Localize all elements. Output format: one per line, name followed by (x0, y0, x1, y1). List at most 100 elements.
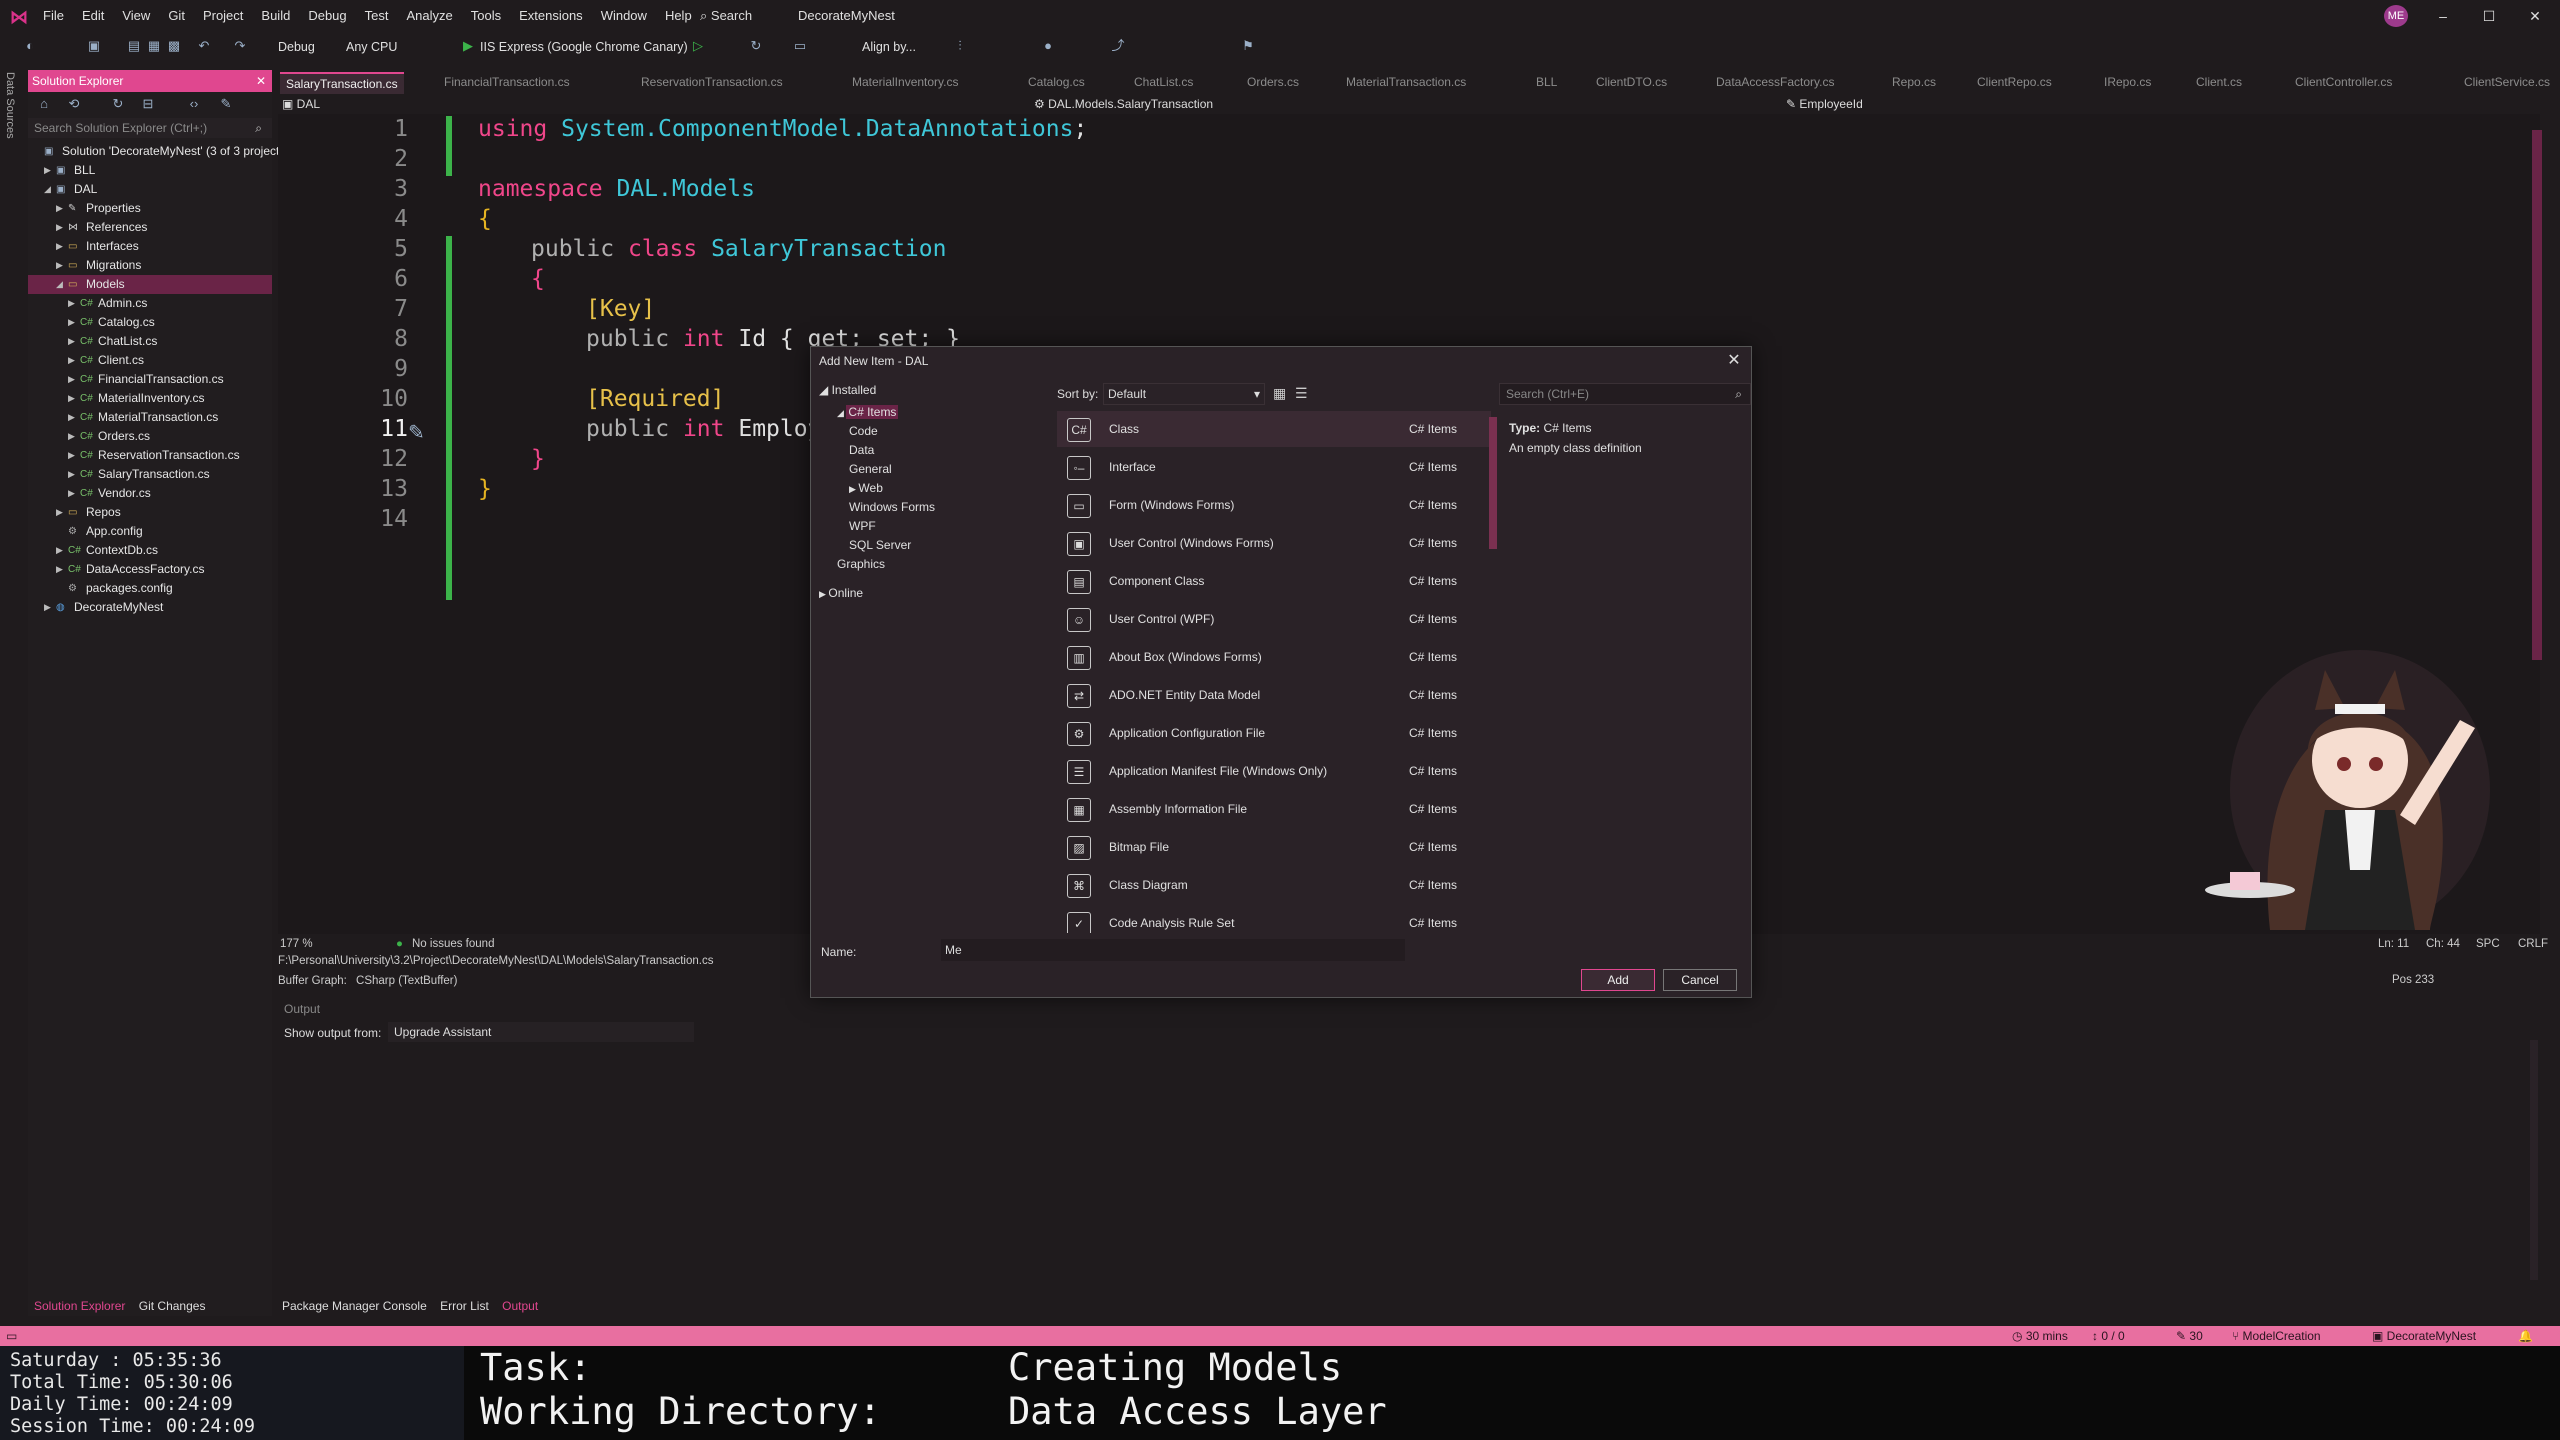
tab-error-list[interactable]: Error List (440, 1299, 489, 1313)
run-icon[interactable]: ▶ (460, 38, 476, 54)
template-item[interactable]: ✓ Code Analysis Rule Set C# Items (1057, 905, 1491, 933)
expand-arrow-icon[interactable]: ▶ (68, 370, 78, 389)
menu-file[interactable]: File (34, 0, 73, 32)
expand-arrow-icon[interactable]: ▶ (44, 598, 54, 617)
menu-git[interactable]: Git (159, 0, 194, 32)
tree-item[interactable]: ▶ C# FinancialTransaction.cs (28, 370, 272, 389)
tree-item[interactable]: ▶ C# MaterialInventory.cs (28, 389, 272, 408)
project-dropdown[interactable]: ▣ DAL (282, 94, 320, 114)
tab-repo-cs[interactable]: Repo.cs (1892, 72, 1936, 92)
expand-arrow-icon[interactable]: ▶ (56, 218, 66, 237)
tree-item[interactable]: ⚙ App.config (28, 522, 272, 541)
menu-analyze[interactable]: Analyze (397, 0, 461, 32)
search-menu[interactable]: ⌕ Search (700, 0, 752, 32)
tree-item[interactable]: ▶ ◍ DecorateMyNest (28, 598, 272, 617)
tab-irepo-cs[interactable]: IRepo.cs (2104, 72, 2151, 92)
template-category[interactable]: ▶ Web (849, 481, 883, 495)
tab-package-manager-console[interactable]: Package Manager Console (282, 1299, 427, 1313)
tree-item[interactable]: ▶ C# ContextDb.cs (28, 541, 272, 560)
template-list-scrollbar[interactable] (1489, 417, 1497, 549)
template-item[interactable]: C# Class C# Items (1057, 411, 1491, 447)
tab-dataaccessfactory-cs[interactable]: DataAccessFactory.cs (1716, 72, 1834, 92)
template-item[interactable]: ▭ Form (Windows Forms) C# Items (1057, 487, 1491, 523)
expand-arrow-icon[interactable]: ▶ (68, 408, 78, 427)
configuration-dropdown[interactable]: Debug (278, 32, 315, 62)
template-item[interactable]: ▦ Assembly Information File C# Items (1057, 791, 1491, 827)
name-input[interactable]: Me (941, 939, 1405, 961)
expand-arrow-icon[interactable]: ▶ (68, 446, 78, 465)
type-dropdown[interactable]: ⚙ DAL.Models.SalaryTransaction (1034, 94, 1213, 114)
template-item[interactable]: ▤ Component Class C# Items (1057, 563, 1491, 599)
tree-item[interactable]: ▶ ⋈ References (28, 218, 272, 237)
tree-item[interactable]: ▶ C# Catalog.cs (28, 313, 272, 332)
tab-solution-explorer[interactable]: Solution Explorer (34, 1299, 125, 1313)
expand-arrow-icon[interactable]: ▶ (68, 427, 78, 446)
member-dropdown[interactable]: ✎ EmployeeId (1786, 94, 1863, 114)
tree-item[interactable]: ▶ C# Admin.cs (28, 294, 272, 313)
tree-item[interactable]: ▶ ✎ Properties (28, 199, 272, 218)
sync-icon[interactable]: ⟲ (66, 96, 82, 112)
align-icon[interactable]: ⫶ (952, 38, 968, 54)
tree-item[interactable]: ◢ ▭ Models (28, 275, 272, 294)
expand-arrow-icon[interactable]: ▶ (68, 332, 78, 351)
expand-arrow-icon[interactable]: ▶ (68, 465, 78, 484)
tree-item[interactable]: ▶ C# Client.cs (28, 351, 272, 370)
tab-clientcontroller-cs[interactable]: ClientController.cs (2295, 72, 2392, 92)
edits-indicator[interactable]: ✎ 30 (2176, 1326, 2203, 1346)
open-icon[interactable]: ▤ (126, 38, 142, 54)
line-ending-indicator[interactable]: CRLF (2518, 934, 2548, 954)
save-icon[interactable]: ▦ (146, 38, 162, 54)
close-icon[interactable]: ✕ (2512, 0, 2558, 32)
expand-arrow-icon[interactable]: ▶ (56, 541, 66, 560)
tree-item[interactable]: ▶ ▭ Repos (28, 503, 272, 522)
minimize-icon[interactable]: – (2420, 0, 2466, 32)
tree-item[interactable]: ▶ ▣ BLL (28, 161, 272, 180)
expand-arrow-icon[interactable]: ◢ (44, 180, 54, 199)
tab-materialtransaction-cs[interactable]: MaterialTransaction.cs (1346, 72, 1466, 92)
grid-view-icon[interactable]: ▦ (1273, 385, 1286, 402)
add-button[interactable]: Add (1581, 969, 1655, 991)
online-node[interactable]: ▶ Online (819, 586, 863, 600)
maximize-icon[interactable]: ☐ (2466, 0, 2512, 32)
template-category[interactable]: Data (849, 443, 874, 457)
tree-item[interactable]: ◢ ▣ DAL (28, 180, 272, 199)
tab-output[interactable]: Output (502, 1299, 538, 1313)
template-category[interactable]: General (849, 462, 892, 476)
tree-item[interactable]: ▶ C# MaterialTransaction.cs (28, 408, 272, 427)
output-source-dropdown[interactable]: Upgrade Assistant (388, 1022, 694, 1042)
expand-arrow-icon[interactable]: ◢ (56, 275, 66, 294)
expand-arrow-icon[interactable]: ▶ (56, 256, 66, 275)
properties-icon[interactable]: ✎ (218, 96, 234, 112)
tree-item[interactable]: ▶ C# DataAccessFactory.cs (28, 560, 272, 579)
template-item[interactable]: ▥ About Box (Windows Forms) C# Items (1057, 639, 1491, 675)
platform-dropdown[interactable]: Any CPU (346, 32, 397, 62)
expand-arrow-icon[interactable]: ▶ (56, 503, 66, 522)
quick-actions-icon[interactable]: ✎ (408, 420, 425, 445)
tree-item[interactable]: ▶ C# ReservationTransaction.cs (28, 446, 272, 465)
installed-node[interactable]: ◢ Installed (819, 383, 876, 397)
editor-scrollbar-thumb[interactable] (2532, 130, 2542, 660)
avatar[interactable]: ME (2384, 5, 2408, 27)
template-item[interactable]: ☰ Application Manifest File (Windows Only… (1057, 753, 1491, 789)
expand-arrow-icon[interactable]: ▶ (56, 199, 66, 218)
tab-orders-cs[interactable]: Orders.cs (1247, 72, 1299, 92)
template-category[interactable]: Graphics (837, 557, 885, 571)
visual-studio-logo-icon[interactable]: ⋈ (10, 7, 30, 27)
tree-item[interactable]: ▶ C# SalaryTransaction.cs (28, 465, 272, 484)
template-item[interactable]: ⇄ ADO.NET Entity Data Model C# Items (1057, 677, 1491, 713)
menu-project[interactable]: Project (194, 0, 252, 32)
expand-arrow-icon[interactable]: ▶ (56, 237, 66, 256)
collapse-all-icon[interactable]: ⊟ (140, 96, 156, 112)
sort-dropdown[interactable]: Default ▾ (1103, 383, 1265, 405)
expand-arrow-icon[interactable]: ▶ (68, 484, 78, 503)
close-panel-icon[interactable]: ✕ (256, 70, 266, 92)
refresh-icon[interactable]: ↻ (748, 38, 764, 54)
data-sources-tab[interactable]: Data Sources (4, 72, 16, 139)
template-category[interactable]: ◢ C# Items (837, 405, 899, 419)
new-project-icon[interactable]: ▣ (86, 38, 102, 54)
bookmark-icon[interactable]: ⚑ (1240, 38, 1256, 54)
list-view-icon[interactable]: ☰ (1295, 385, 1308, 402)
menu-build[interactable]: Build (252, 0, 299, 32)
git-changes-indicator[interactable]: ↕ 0 / 0 (2092, 1326, 2125, 1346)
template-search-input[interactable]: Search (Ctrl+E) ⌕ (1499, 383, 1751, 405)
